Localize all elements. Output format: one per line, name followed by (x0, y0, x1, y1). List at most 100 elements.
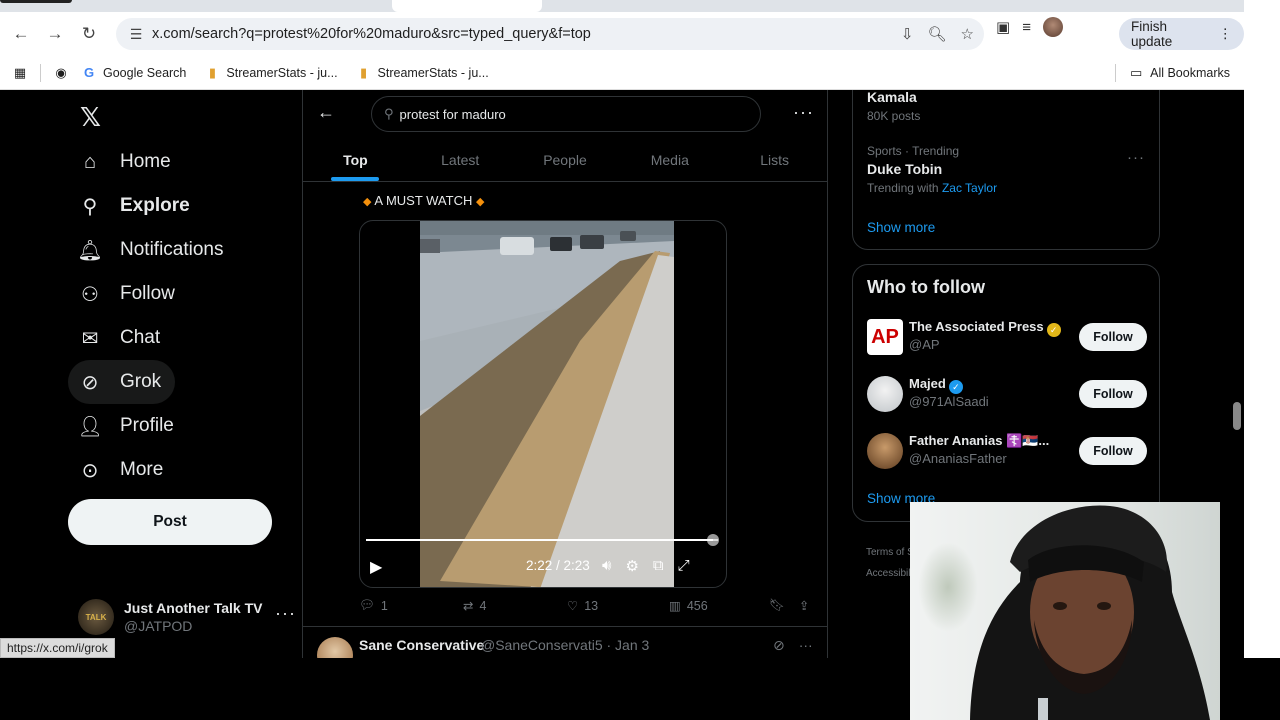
browser-tab[interactable] (0, 0, 72, 3)
bookmark-label: Google Search (103, 65, 187, 80)
search-tabs: Top Latest People Media Lists (303, 142, 827, 182)
back-arrow-icon[interactable]: ← (317, 102, 335, 123)
avatar[interactable] (317, 637, 353, 658)
install-app-icon[interactable]: ⇩ (901, 25, 914, 43)
zoom-icon[interactable]: 🔍︎ (928, 25, 947, 43)
more-horizontal-icon[interactable]: ··· (793, 102, 814, 123)
person-add-icon: ⚇ (81, 283, 99, 306)
forward-arrow-icon[interactable]: → (38, 17, 72, 51)
trend-count: 80K posts (867, 109, 921, 123)
tab-top[interactable]: Top (303, 142, 408, 181)
bookmark-streamerstats-2[interactable]: ▮ StreamerStats - ju... (356, 65, 489, 81)
more-horizontal-icon[interactable]: ··· (1127, 149, 1145, 166)
name-text: The Associated Press (909, 319, 1044, 334)
account-name[interactable]: Majed ✓ (909, 376, 963, 394)
volume-icon[interactable]: 🔊︎ (602, 557, 611, 575)
nav-notifications[interactable]: 🔔︎ Notifications (68, 228, 238, 272)
reload-icon[interactable]: ↻ (72, 17, 106, 51)
like-button[interactable]: ♡ 13 (567, 598, 669, 614)
more-horizontal-icon[interactable]: ··· (275, 603, 296, 624)
search-query[interactable]: protest for maduro (400, 107, 506, 122)
follow-button[interactable]: Follow (1079, 437, 1147, 465)
browser-tab-active[interactable] (392, 0, 542, 12)
reply-button[interactable]: 💬︎ 1 (359, 598, 463, 613)
fullscreen-icon[interactable]: ⤢ (678, 557, 690, 575)
settings-gear-icon[interactable]: ⚙ (625, 557, 638, 575)
account-handle: @AP (909, 337, 940, 352)
orange-diamond-icon: ◆ (475, 196, 485, 208)
next-post-author[interactable]: Sane Conservative (359, 637, 484, 653)
all-bookmarks[interactable]: ▭ All Bookmarks (1128, 65, 1230, 81)
apps-grid-icon[interactable]: ▦ (12, 65, 28, 81)
follow-button[interactable]: Follow (1079, 380, 1147, 408)
globe-icon[interactable]: ◉ (53, 65, 69, 81)
bookmark-icon[interactable]: 🔖︎ (769, 598, 785, 613)
address-bar[interactable]: ☰ x.com/search?q=protest%20for%20maduro&… (116, 18, 984, 50)
follow-suggestion[interactable]: Majed ✓ @971AlSaadi Follow (867, 376, 1147, 416)
play-icon[interactable]: ▶ (370, 557, 382, 577)
video-progress-bar[interactable] (366, 534, 719, 546)
account-name[interactable]: The Associated Press ✓ (909, 319, 1061, 337)
back-arrow-icon[interactable]: ← (4, 17, 38, 51)
nav-follow[interactable]: ⚇ Follow (68, 272, 189, 316)
follow-suggestion[interactable]: AP The Associated Press ✓ @AP Follow (867, 319, 1147, 359)
trending-with-link[interactable]: Zac Taylor (942, 181, 997, 195)
account-name[interactable]: Father Ananias ☦️🇷🇸... (909, 433, 1049, 449)
picture-in-picture-icon[interactable]: ⧉ (653, 557, 664, 575)
footer-link[interactable]: Terms of S (866, 542, 914, 563)
bookmark-google-search[interactable]: G Google Search (81, 65, 186, 81)
account-switcher[interactable]: TALK Just Another Talk TV @JATPOD ··· (78, 597, 295, 637)
follow-button[interactable]: Follow (1079, 323, 1147, 351)
video-player[interactable]: ▶ 2:22 / 2:23 🔊︎ ⚙ ⧉ ⤢ (359, 220, 727, 588)
next-post-header[interactable]: Sane Conservative @SaneConservati5 · Jan… (303, 626, 827, 658)
nav-label: Profile (120, 415, 174, 436)
nav-home[interactable]: ⌂ Home (68, 140, 185, 184)
site-settings-icon[interactable]: ☰ (126, 24, 146, 44)
finish-update-button[interactable]: Finish update ⋮ (1119, 18, 1244, 50)
grok-icon[interactable]: ⊘ (773, 637, 785, 654)
search-input[interactable]: ⚲ protest for maduro (371, 96, 761, 132)
views-button[interactable]: ▥ 456 (669, 598, 769, 614)
nav-chat[interactable]: ✉ Chat (68, 316, 174, 360)
repost-button[interactable]: ⇄ 4 (463, 598, 567, 614)
trend-title[interactable]: Kamala (867, 90, 917, 105)
tab-media[interactable]: Media (617, 142, 722, 181)
nav-explore[interactable]: ⚲ Explore (68, 184, 204, 228)
more-horizontal-icon[interactable]: ··· (799, 637, 813, 654)
nav-label: Chat (120, 327, 161, 348)
profile-avatar[interactable] (1042, 17, 1063, 37)
show-more-link[interactable]: Show more (867, 220, 935, 235)
kebab-menu-icon: ⋮ (1218, 26, 1233, 41)
footer-link[interactable]: Accessibil (866, 563, 914, 584)
post-button[interactable]: Post (68, 499, 272, 545)
mail-icon: ✉ (81, 327, 99, 350)
nav-label: Grok (120, 371, 162, 392)
person-icon: 👤︎ (77, 415, 103, 438)
search-icon: ⚲ (82, 195, 98, 218)
webcam-person (970, 505, 1210, 720)
share-icon[interactable]: ⇪ (799, 598, 809, 613)
nav-grok[interactable]: ⊘ Grok (68, 360, 176, 404)
trend-title[interactable]: Duke Tobin (867, 161, 942, 177)
media-control-icon[interactable]: ≡ (1022, 19, 1031, 36)
view-count: 456 (686, 598, 708, 613)
tab-latest[interactable]: Latest (408, 142, 513, 181)
avatar[interactable]: AP (867, 319, 903, 355)
x-logo-icon[interactable]: 𝕏 (80, 102, 101, 133)
nav-profile[interactable]: 👤︎ Profile (68, 404, 188, 448)
bookmark-streamerstats-1[interactable]: ▮ StreamerStats - ju... (204, 65, 338, 81)
bookmark-star-icon[interactable]: ☆ (961, 25, 974, 43)
tab-lists[interactable]: Lists (722, 142, 827, 181)
tab-people[interactable]: People (513, 142, 618, 181)
follow-suggestion[interactable]: Father Ananias ☦️🇷🇸... @AnaniasFather Fo… (867, 433, 1147, 473)
avatar[interactable] (867, 433, 903, 469)
page-scrollbar[interactable] (1233, 402, 1241, 430)
video-progress-knob[interactable] (706, 534, 719, 546)
url-text[interactable]: x.com/search?q=protest%20for%20maduro&sr… (152, 26, 591, 42)
tab-search-icon[interactable]: ▣ (996, 18, 1010, 36)
avatar[interactable] (867, 376, 903, 412)
browser-toolbar: ← → ↻ ☰ x.com/search?q=protest%20for%20m… (0, 12, 1244, 56)
nav-more[interactable]: ⊙ More (68, 448, 177, 492)
post-actions: 💬︎ 1 ⇄ 4 ♡ 13 ▥ 456 🔖︎ ⇪ (359, 598, 815, 613)
account-handle: @971AlSaadi (909, 394, 989, 409)
